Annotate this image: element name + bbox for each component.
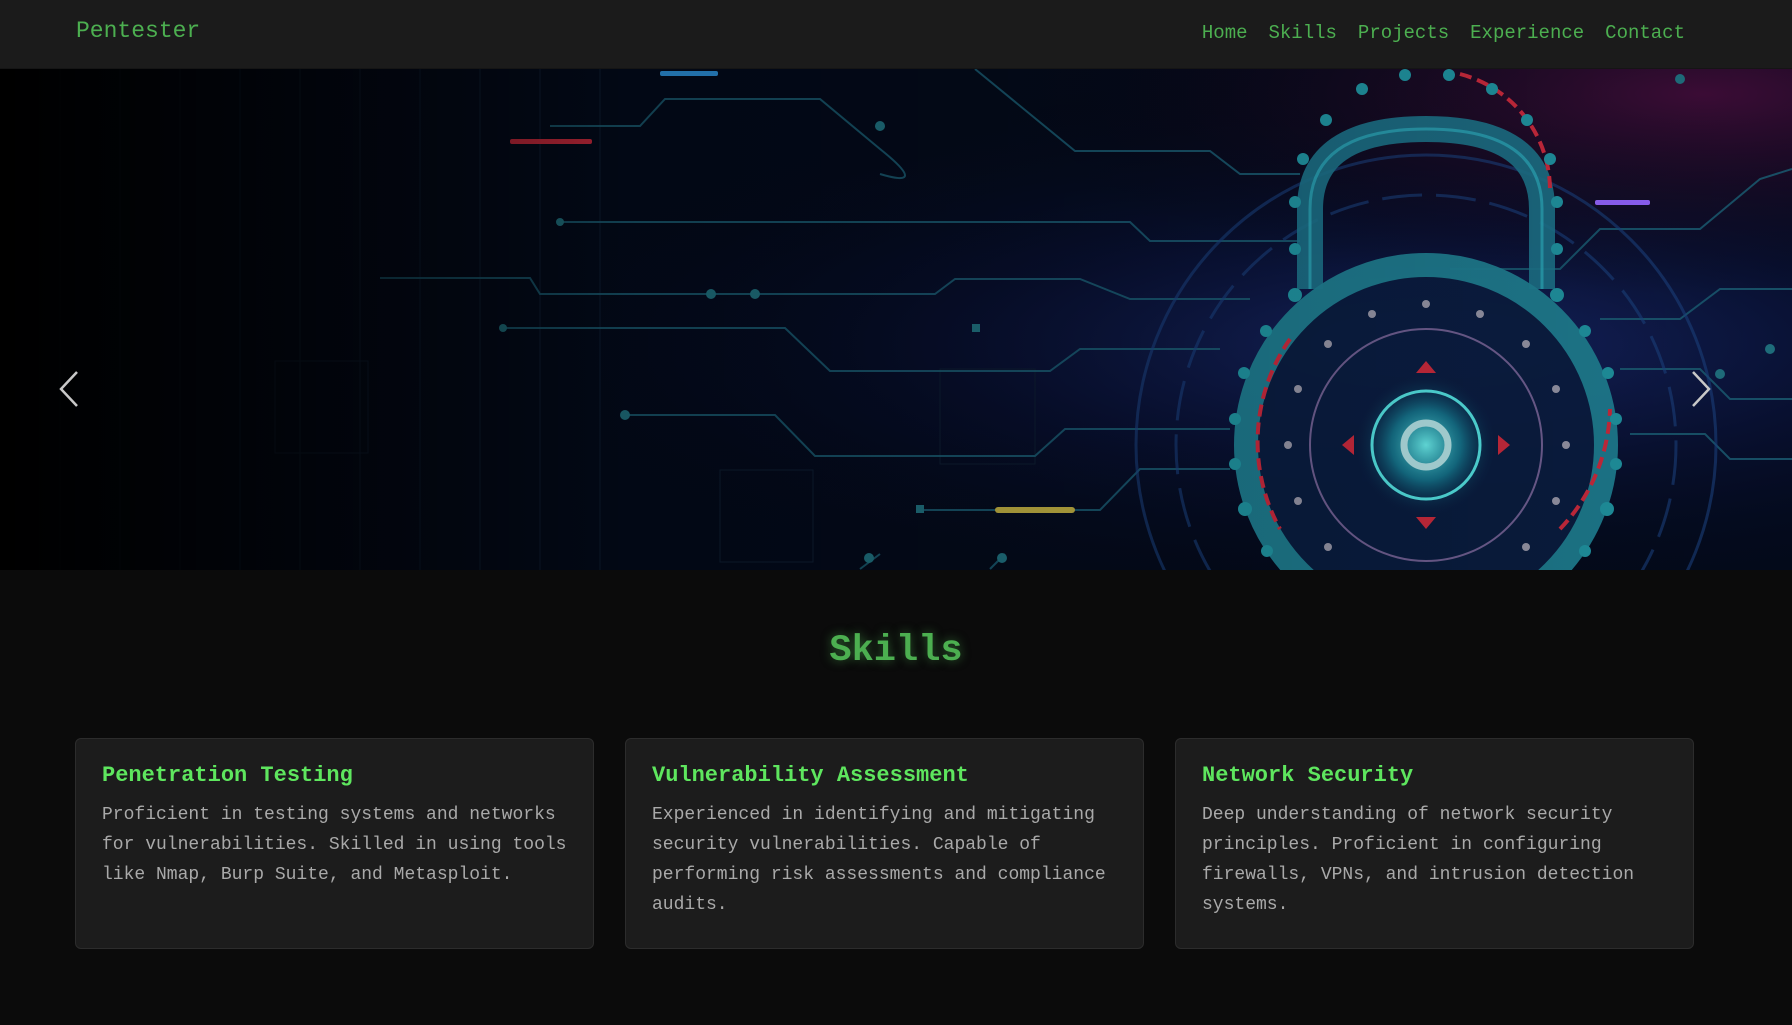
card-title: Penetration Testing bbox=[102, 763, 353, 788]
card-title: Vulnerability Assessment bbox=[652, 763, 969, 788]
carousel-next-button[interactable] bbox=[1681, 364, 1721, 414]
nav-link-contact[interactable]: Contact bbox=[1605, 22, 1685, 44]
navbar: Pentester Home Skills Projects Experienc… bbox=[0, 0, 1792, 69]
card-description: Experienced in identifying and mitigatin… bbox=[652, 805, 1106, 915]
skill-card-vulnerability-assessment: Vulnerability Assessment Experienced in … bbox=[625, 738, 1144, 949]
nav-link-skills[interactable]: Skills bbox=[1269, 22, 1337, 44]
card-title: Network Security bbox=[1202, 763, 1414, 788]
nav-link-home[interactable]: Home bbox=[1202, 22, 1248, 44]
chevron-left-icon bbox=[59, 371, 78, 407]
card-description: Proficient in testing systems and networ… bbox=[102, 805, 567, 885]
skill-card-network-security: Network Security Deep understanding of n… bbox=[1175, 738, 1694, 949]
hero-carousel bbox=[0, 69, 1792, 570]
carousel-prev-button[interactable] bbox=[49, 364, 89, 414]
card-description: Deep understanding of network security p… bbox=[1202, 805, 1635, 915]
nav-link-experience[interactable]: Experience bbox=[1470, 22, 1584, 44]
brand-logo[interactable]: Pentester bbox=[76, 18, 200, 44]
skills-section: Skills Penetration Testing Proficient in… bbox=[0, 570, 1792, 1025]
skill-card-penetration-testing: Penetration Testing Proficient in testin… bbox=[75, 738, 594, 949]
hero-image bbox=[0, 69, 1792, 570]
chevron-right-icon bbox=[1692, 371, 1711, 407]
nav-links: Home Skills Projects Experience Contact bbox=[1202, 22, 1685, 44]
nav-link-projects[interactable]: Projects bbox=[1358, 22, 1449, 44]
skills-heading: Skills bbox=[829, 630, 963, 672]
